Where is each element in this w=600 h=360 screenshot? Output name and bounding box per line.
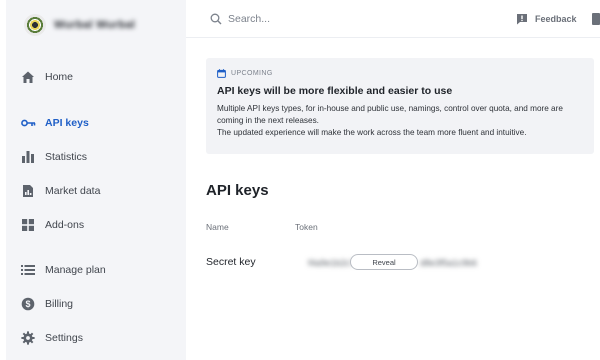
banner-title: API keys will be more flexible and easie… [217,85,453,97]
sidebar-item-label: Home [45,71,74,83]
calendar-icon [217,69,226,78]
list-icon [20,262,36,278]
banner-tag-label: UPCOMING [231,70,273,77]
bar-chart-icon [20,149,36,165]
upcoming-banner: UPCOMING API keys will be more flexible … [206,58,594,154]
token-masked-left: f4a9e1b2c7 [308,258,356,268]
home-icon [20,69,36,85]
brand[interactable]: Wurbal Wurbal [24,12,135,38]
sidebar: Wurbal Wurbal Home API keys Statistics M… [6,0,186,360]
page-title: API keys [206,182,269,199]
search-input[interactable] [228,13,428,25]
feedback-icon [516,13,528,25]
sidebar-item-label: Billing [45,298,74,310]
column-header-name: Name [206,222,229,232]
svg-text:$: $ [25,299,30,309]
banner-line-1: Multiple API keys types, for in-house an… [217,104,563,125]
column-header-token: Token [295,222,318,232]
sidebar-item-label: API keys [45,117,89,129]
topbar: Feedback [186,0,600,38]
feedback-button[interactable]: Feedback [516,10,577,28]
topbar-menu-icon[interactable] [592,13,600,25]
sidebar-item-market-data[interactable]: Market data [20,179,180,203]
sidebar-item-add-ons[interactable]: Add-ons [20,213,180,237]
sidebar-item-label: Settings [45,332,83,344]
banner-tag: UPCOMING [217,69,583,78]
search-icon [210,13,222,25]
token-masked-right: d8e3f5a1c9b6 [420,258,478,268]
sidebar-item-billing[interactable]: $ Billing [20,292,180,316]
sidebar-item-label: Add-ons [45,219,85,231]
gear-icon [20,330,36,346]
document-chart-icon [20,183,36,199]
brand-name: Wurbal Wurbal [54,19,136,31]
sidebar-item-settings[interactable]: Settings [20,326,180,350]
table-row-key-name: Secret key [206,256,256,268]
sidebar-item-api-keys[interactable]: API keys [20,111,180,135]
banner-body: Multiple API keys types, for in-house an… [217,103,583,139]
sidebar-item-manage-plan[interactable]: Manage plan [20,258,180,282]
search-box[interactable] [210,10,428,28]
feedback-label: Feedback [535,14,577,24]
sidebar-item-statistics[interactable]: Statistics [20,145,180,169]
grid-plus-icon [20,217,36,233]
reveal-button[interactable]: Reveal [350,254,418,270]
sidebar-item-label: Statistics [45,151,88,163]
brand-logo [24,14,46,36]
banner-line-2: The updated experience will make the wor… [217,128,527,137]
sidebar-item-home[interactable]: Home [20,65,180,89]
sidebar-item-label: Manage plan [45,264,106,276]
key-icon [20,115,36,131]
sidebar-item-label: Market data [45,185,101,197]
dollar-icon: $ [20,296,36,312]
